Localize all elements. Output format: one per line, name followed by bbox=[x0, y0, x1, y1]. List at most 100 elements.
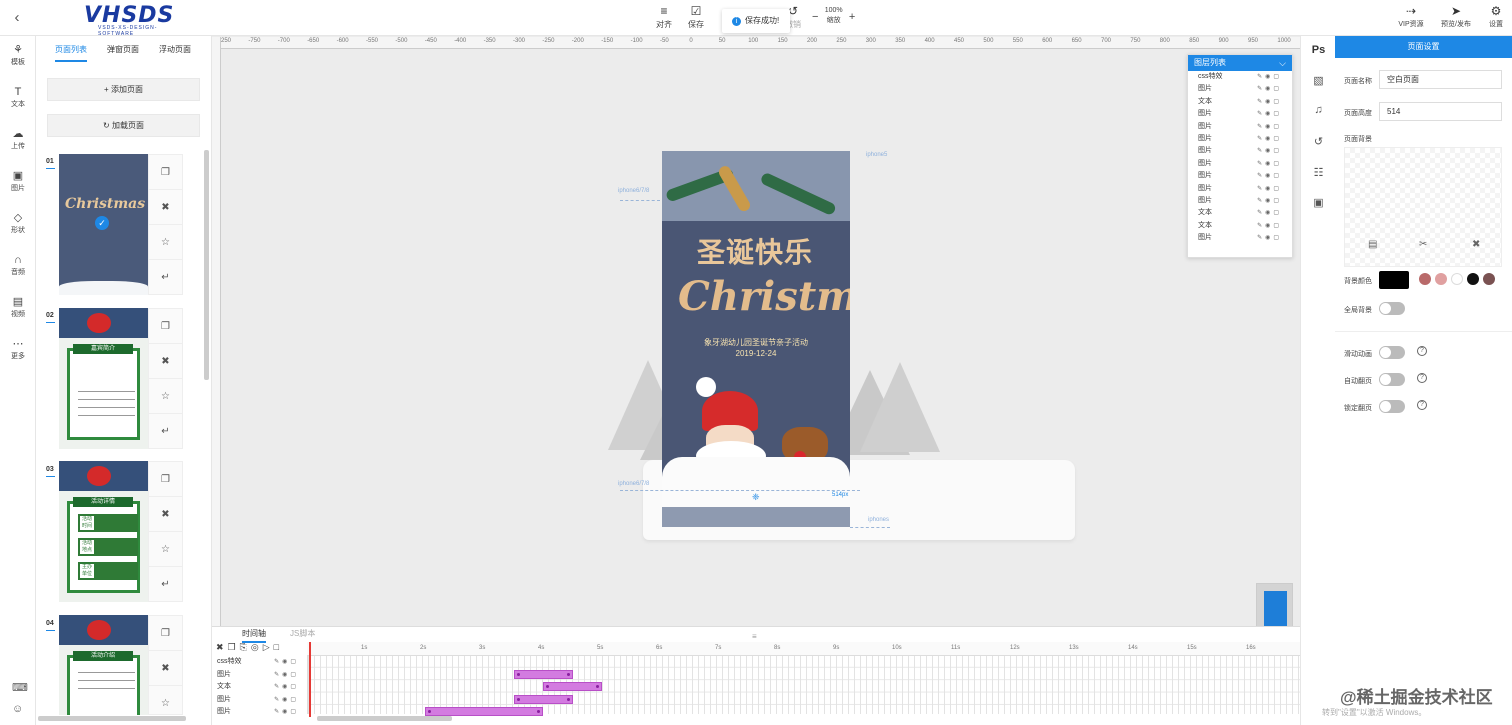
tool-upload[interactable]: ☁ 上传 bbox=[0, 128, 36, 151]
tab-js-script[interactable]: JS脚本 bbox=[290, 628, 315, 639]
layer-actions-icons[interactable]: ✎◉▢ bbox=[1257, 195, 1282, 207]
page-list-scrollbar[interactable] bbox=[204, 150, 209, 380]
page-thumbnail-3[interactable]: 活动时间 活动地点 主办单位 活动详情 bbox=[59, 461, 148, 602]
layer-row[interactable]: 图片 ✎◉▢ bbox=[1188, 195, 1292, 207]
canvas-title-cn[interactable]: 圣诞快乐 bbox=[697, 231, 813, 271]
layer-row[interactable]: 图片 ✎◉▢ bbox=[1188, 158, 1292, 170]
tool-image[interactable]: ▣ 图片 bbox=[0, 170, 36, 193]
layer-row[interactable]: 图片 ✎◉▢ bbox=[1188, 183, 1292, 195]
music-icon[interactable]: ♫ bbox=[1301, 104, 1336, 116]
timeline-row[interactable]: 文本 ✎◉▢ bbox=[212, 681, 307, 694]
layer-actions-icons[interactable]: ✎◉▢ bbox=[1257, 220, 1282, 232]
layer-actions-icons[interactable]: ✎◉▢ bbox=[1257, 170, 1282, 182]
tab-timeline[interactable]: 时间轴 bbox=[242, 628, 266, 643]
color-swatch[interactable] bbox=[1483, 273, 1495, 285]
settings-button[interactable]: ⚙ 设置 bbox=[1484, 4, 1508, 29]
trash-icon[interactable]: ✖ bbox=[1472, 239, 1480, 250]
page-name-input[interactable]: 空白页面 bbox=[1379, 70, 1502, 89]
animation-bar[interactable] bbox=[543, 682, 602, 691]
ps-icon[interactable]: Ps bbox=[1301, 44, 1336, 56]
layer-actions-icons[interactable]: ✎◉▢ bbox=[1257, 108, 1282, 120]
copy-icon[interactable]: ❐ bbox=[149, 462, 182, 497]
help-icon[interactable]: ? bbox=[1417, 346, 1427, 356]
stop-icon[interactable]: □ bbox=[274, 642, 283, 652]
tool-template[interactable]: ⚘ 模板 bbox=[0, 44, 36, 67]
copy-icon[interactable]: ❐ bbox=[228, 642, 240, 652]
layer-row[interactable]: 文本 ✎◉▢ bbox=[1188, 96, 1292, 108]
animation-bar[interactable] bbox=[513, 694, 573, 704]
zoom-in-button[interactable]: + bbox=[849, 6, 855, 28]
delete-icon[interactable]: ✖ bbox=[149, 190, 182, 225]
tool-shape[interactable]: ◇ 形状 bbox=[0, 212, 36, 235]
tool-text[interactable]: T 文本 bbox=[0, 86, 36, 109]
keyboard-icon[interactable]: ⌨ bbox=[12, 681, 28, 694]
tab-floating-pages[interactable]: 浮动页面 bbox=[159, 44, 191, 55]
delete-icon[interactable]: ✖ bbox=[149, 497, 182, 532]
layer-actions-icons[interactable]: ✎◉▢ bbox=[1257, 183, 1282, 195]
layer-actions-icons[interactable]: ✎◉▢ bbox=[1257, 121, 1282, 133]
page-height-input[interactable]: 514 bbox=[1379, 102, 1502, 121]
auto-flip-toggle[interactable] bbox=[1379, 373, 1405, 386]
layer-actions-icons[interactable]: ✎◉▢ bbox=[1257, 96, 1282, 108]
scissors-icon[interactable]: ✂ bbox=[1419, 239, 1427, 250]
replace-icon[interactable]: ↵ bbox=[149, 567, 182, 602]
texture-icon[interactable]: ▧ bbox=[1301, 74, 1336, 87]
layer-row[interactable]: 图片 ✎◉▢ bbox=[1188, 108, 1292, 120]
animation-bar[interactable] bbox=[513, 669, 573, 679]
layer-row[interactable]: 图片 ✎◉▢ bbox=[1188, 145, 1292, 157]
replace-icon[interactable]: ↵ bbox=[149, 414, 182, 449]
load-page-button[interactable]: ↻ 加载页面 bbox=[47, 114, 200, 137]
page-thumbnail-2[interactable]: 嘉宾简介 bbox=[59, 308, 148, 449]
page-list-horizontal-scrollbar[interactable] bbox=[38, 716, 186, 721]
replace-icon[interactable]: ↵ bbox=[149, 260, 182, 295]
minimap-viewport[interactable] bbox=[1264, 591, 1287, 629]
layer-row[interactable]: 图片 ✎◉▢ bbox=[1188, 83, 1292, 95]
preview-publish-button[interactable]: ➤ 预览/发布 bbox=[1438, 4, 1474, 29]
tool-video[interactable]: ▤ 视频 bbox=[0, 296, 36, 319]
timeline-row[interactable]: 图片 ✎◉▢ bbox=[212, 669, 307, 682]
zoom-out-button[interactable]: − bbox=[812, 6, 818, 28]
layer-actions-icons[interactable]: ✎◉▢ bbox=[1257, 158, 1282, 170]
delete-icon[interactable]: ✖ bbox=[149, 344, 182, 379]
layer-panel-header[interactable]: 图层列表 ⌵ bbox=[1188, 55, 1292, 71]
page-thumbnail-4[interactable]: 活动介绍 bbox=[59, 615, 148, 715]
timeline-row-icons[interactable]: ✎◉▢ bbox=[274, 669, 299, 681]
paste-icon[interactable]: ⎘ bbox=[240, 642, 251, 652]
timeline-row[interactable]: css特效 ✎◉▢ bbox=[212, 656, 307, 669]
timeline-row-icons[interactable]: ✎◉▢ bbox=[274, 681, 299, 693]
delete-icon[interactable]: ✖ bbox=[149, 651, 182, 686]
canvas-subtitle[interactable]: 象牙湖幼儿园圣诞节亲子活动 2019-12-24 bbox=[662, 337, 850, 359]
playhead[interactable] bbox=[309, 642, 311, 717]
vip-button[interactable]: ⇢ VIP资源 bbox=[1396, 4, 1426, 29]
upload-image-icon[interactable]: ▤ bbox=[1368, 239, 1377, 250]
tab-popup-pages[interactable]: 弹窗页面 bbox=[107, 44, 139, 55]
help-icon[interactable]: ? bbox=[1417, 373, 1427, 383]
drag-handle-icon[interactable]: ≡ bbox=[752, 632, 757, 641]
layer-row[interactable]: 图片 ✎◉▢ bbox=[1188, 170, 1292, 182]
history-icon[interactable]: ↺ bbox=[1301, 135, 1336, 148]
star-icon[interactable]: ☆ bbox=[149, 379, 182, 414]
copy-icon[interactable]: ❐ bbox=[149, 309, 182, 344]
bg-color-current[interactable] bbox=[1379, 271, 1409, 289]
add-page-button[interactable]: + 添加页面 bbox=[47, 78, 200, 101]
save-button[interactable]: ☑ 保存 bbox=[681, 4, 711, 30]
layer-row[interactable]: 图片 ✎◉▢ bbox=[1188, 133, 1292, 145]
layer-actions-icons[interactable]: ✎◉▢ bbox=[1257, 133, 1282, 145]
tool-audio[interactable]: ∩ 音频 bbox=[0, 254, 36, 277]
tab-page-list[interactable]: 页面列表 bbox=[55, 44, 87, 62]
timeline-row[interactable]: 图片 ✎◉▢ bbox=[212, 694, 307, 707]
layer-row[interactable]: 文本 ✎◉▢ bbox=[1188, 220, 1292, 232]
layer-actions-icons[interactable]: ✎◉▢ bbox=[1257, 71, 1282, 83]
star-icon[interactable]: ☆ bbox=[149, 225, 182, 260]
timeline-row-icons[interactable]: ✎◉▢ bbox=[274, 656, 299, 668]
help-icon[interactable]: ? bbox=[1417, 400, 1427, 410]
star-icon[interactable]: ☆ bbox=[149, 532, 182, 567]
trash-icon[interactable]: ✖ bbox=[216, 642, 228, 652]
color-swatch[interactable] bbox=[1419, 273, 1431, 285]
page-thumbnail-1[interactable]: Christmas ✓ bbox=[59, 154, 148, 295]
target-icon[interactable]: ◎ bbox=[251, 642, 263, 652]
slide-anim-toggle[interactable] bbox=[1379, 346, 1405, 359]
align-button[interactable]: ≡ 对齐 bbox=[649, 4, 679, 30]
grid-icon[interactable]: ☷ bbox=[1301, 166, 1336, 179]
layer-row[interactable]: 图片 ✎◉▢ bbox=[1188, 121, 1292, 133]
